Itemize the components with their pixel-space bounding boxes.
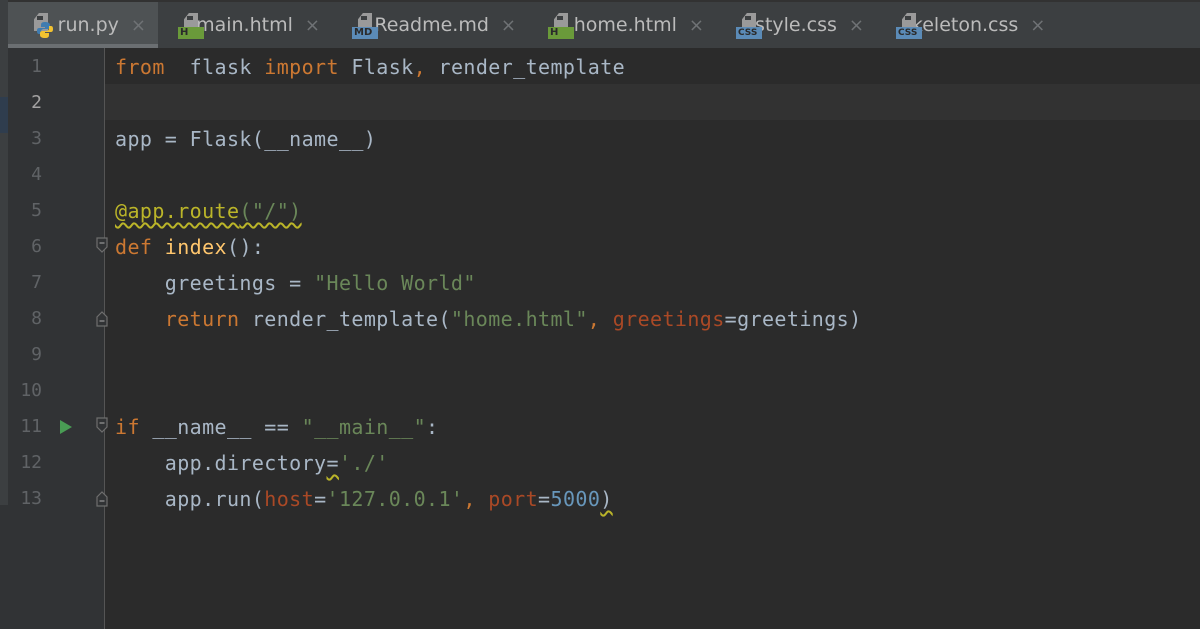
code-token: "Hello World": [314, 271, 476, 295]
tab-label: run.py: [57, 14, 119, 36]
code-line[interactable]: @app.route("/"): [115, 193, 302, 229]
code-token: app.run(: [115, 487, 265, 511]
close-tab-icon[interactable]: ×: [131, 15, 146, 36]
tab-main-html[interactable]: Hmain.html ×: [158, 2, 332, 48]
line-number: 11: [20, 416, 42, 437]
code-token: __name__ ==: [139, 415, 302, 439]
code-token: './': [338, 451, 389, 475]
code-token: ():: [227, 235, 265, 259]
markdown-file-icon: MD: [350, 11, 378, 39]
close-tab-icon[interactable]: ×: [849, 15, 864, 36]
code-line[interactable]: greetings = "Hello World": [115, 265, 476, 301]
tab-label: style.css: [755, 14, 837, 36]
code-token: flask: [164, 55, 265, 79]
tab-label: main.html: [196, 14, 293, 36]
code-token: greetings: [612, 307, 725, 331]
code-token: =: [314, 487, 327, 511]
code-token: return: [115, 307, 240, 331]
code-token: from: [115, 55, 165, 79]
python-file-icon: [26, 11, 53, 39]
code-token: import: [264, 55, 339, 79]
code-token: app = Flask(__name__): [115, 127, 377, 151]
fold-collapse-icon[interactable]: [96, 237, 108, 253]
code-token: render_template(: [239, 307, 451, 331]
close-tab-icon[interactable]: ×: [305, 15, 320, 36]
close-tab-icon[interactable]: ×: [501, 15, 516, 36]
line-number: 4: [31, 164, 42, 185]
code-token: ,: [587, 307, 601, 331]
tab-run-py[interactable]: run.py ×: [8, 2, 158, 48]
close-tab-icon[interactable]: ×: [689, 15, 704, 36]
editor-tab-bar: run.py × Hmain.html × MD Readme.md × Hhome.html…: [8, 0, 1200, 48]
close-tab-icon[interactable]: ×: [1030, 15, 1045, 36]
tab-style-css[interactable]: CSS style.css ×: [716, 2, 876, 48]
code-token: ("/"): [239, 199, 302, 223]
code-token: index: [164, 235, 227, 259]
line-number: 7: [31, 272, 42, 293]
tab-readme-md[interactable]: MD Readme.md ×: [332, 2, 528, 48]
css-file-icon: CSS: [734, 11, 762, 39]
html-file-icon: H: [176, 11, 204, 39]
code-token: ,: [413, 55, 427, 79]
current-line-highlight: [105, 84, 1200, 120]
code-token: 5000: [550, 487, 601, 511]
code-token: =greetings): [724, 307, 862, 331]
code-line[interactable]: if __name__ == "__main__":: [115, 409, 439, 445]
code-token: Flask: [338, 55, 414, 79]
code-token: "__main__": [301, 415, 427, 439]
html-file-icon: H: [546, 11, 574, 39]
code-token: ): [600, 487, 613, 511]
line-number: 12: [20, 452, 42, 473]
line-number: 1: [31, 56, 42, 77]
code-line[interactable]: from flask import Flask, render_template: [115, 49, 625, 85]
code-token: greetings =: [115, 271, 315, 295]
code-line[interactable]: app.run(host='127.0.0.1', port=5000): [115, 481, 613, 517]
code-line[interactable]: def index():: [115, 229, 264, 265]
line-number: 2: [31, 92, 42, 113]
line-number: 13: [20, 488, 42, 509]
code-line[interactable]: return render_template("home.html", gree…: [115, 301, 862, 337]
line-number: 3: [31, 128, 42, 149]
tab-label: Readme.md: [374, 14, 489, 36]
tool-window-selected[interactable]: [0, 97, 8, 133]
code-token: render_template: [426, 55, 626, 79]
tab-home-html[interactable]: Hhome.html ×: [528, 2, 716, 48]
fold-end-icon[interactable]: [96, 491, 108, 507]
code-token: port: [488, 487, 539, 511]
code-token: "home.html": [450, 307, 588, 331]
run-icon[interactable]: [60, 420, 72, 434]
code-token: if: [115, 415, 140, 439]
code-token: host: [264, 487, 315, 511]
code-token: :: [426, 415, 439, 439]
code-token: =: [326, 451, 339, 475]
fold-collapse-icon[interactable]: [96, 417, 108, 433]
line-number: 6: [31, 236, 42, 257]
tab-skeleton-css[interactable]: CSS skeleton.css ×: [876, 2, 1056, 48]
fold-end-icon[interactable]: [96, 311, 108, 327]
code-token: app.directory: [115, 451, 327, 475]
line-number: 8: [31, 308, 42, 329]
code-token: def: [115, 235, 153, 259]
line-number: 9: [31, 344, 42, 365]
code-token: ,: [463, 487, 476, 511]
code-token: @app.route: [115, 199, 240, 223]
line-number: 10: [20, 380, 42, 401]
code-token: =: [538, 487, 551, 511]
tab-label: home.html: [573, 14, 677, 36]
code-line[interactable]: app.directory='./': [115, 445, 389, 481]
line-number: 5: [31, 200, 42, 221]
code-line[interactable]: app = Flask(__name__): [115, 121, 376, 157]
code-token: '127.0.0.1': [326, 487, 464, 511]
